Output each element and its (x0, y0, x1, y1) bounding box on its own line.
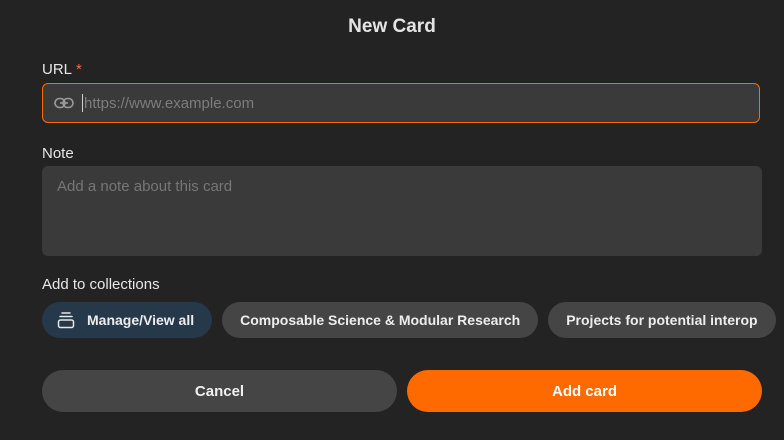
dialog-title: New Card (348, 16, 436, 37)
link-icon (54, 97, 74, 109)
collections-label: Add to collections (42, 276, 160, 293)
collections-chip-list: Manage/View all Composable Science & Mod… (42, 302, 776, 338)
add-card-button[interactable]: Add card (407, 370, 762, 412)
note-textarea[interactable] (42, 166, 762, 256)
url-label-text: URL (42, 61, 73, 78)
note-label: Note (42, 145, 74, 162)
url-field[interactable] (42, 83, 760, 123)
manage-collections-button[interactable]: Manage/View all (42, 302, 213, 338)
required-marker: * (76, 61, 82, 78)
new-card-dialog: New Card URL* Note Add to collections M (0, 0, 784, 440)
collection-chip-potential-interop[interactable]: Projects for potential interop (548, 302, 776, 338)
url-label: URL * (42, 61, 82, 78)
manage-collections-label: Manage/View all (87, 312, 195, 328)
cancel-button[interactable]: Cancel (42, 370, 397, 412)
stack-icon (56, 310, 76, 330)
collection-chip-composable-science[interactable]: Composable Science & Modular Research (222, 302, 539, 338)
url-input[interactable] (82, 94, 759, 112)
